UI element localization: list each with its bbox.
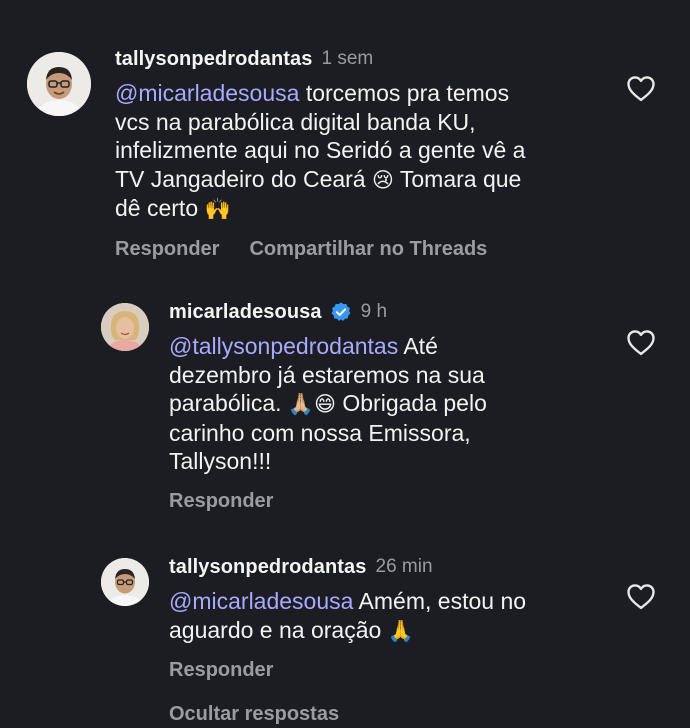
mention-link[interactable]: @tallysonpedrodantas [169,333,398,359]
heart-outline-icon[interactable] [626,582,656,610]
reply-button[interactable]: Responder [169,659,273,682]
comments-thread: tallysonpedrodantas 1 sem @micarladesous… [0,0,690,728]
mention-link[interactable]: @micarladesousa [115,80,299,106]
crying-face-emoji: 😢 [372,167,394,192]
comment-line: carinho com nossa Emissora, [169,419,471,446]
timestamp: 1 sem [321,48,374,69]
reply-button[interactable]: Responder [169,490,273,513]
comment-actions: Responder Compartilhar no Threads [115,238,635,261]
comment-meta: micarladesousa 9 h [169,298,629,326]
comment-text: @micarladesousa Amém, estou no aguardo e… [169,587,629,645]
comment-line: dê certo [115,195,205,221]
avatar[interactable] [101,303,149,351]
username[interactable]: tallysonpedrodantas [169,556,367,579]
comment-line: TV Jangadeiro do Ceará [115,165,372,192]
comment-line: torcemos pra temos [299,80,510,106]
comment-line: parabólica. [169,390,288,416]
username[interactable]: micarladesousa [169,301,322,324]
reply-button[interactable]: Responder [115,238,219,261]
comment-actions: Responder [169,490,629,513]
avatar[interactable] [101,558,149,606]
heart-outline-icon[interactable] [626,328,656,356]
smiling-face-emoji: 😄 [314,392,336,416]
comment-line: aguardo e na oração [169,616,388,643]
comment-text: @tallysonpedrodantas Até dezembro já est… [169,332,629,476]
avatar-woman-icon [101,303,149,351]
username[interactable]: tallysonpedrodantas [115,48,313,71]
avatar[interactable] [27,52,91,116]
comment-line: Amém, estou no [353,588,527,614]
comment-line: dezembro já estaremos na sua [169,361,485,388]
comment-line: Obrigada pelo [335,390,487,416]
timestamp: 9 h [360,301,388,322]
comment-actions: Responder [169,659,629,682]
folded-hands-emoji: 🙏 [387,618,414,643]
avatar-man-glasses-icon [101,558,149,606]
comment-line: Tomara que [393,165,522,192]
share-threads-button[interactable]: Compartilhar no Threads [249,238,487,261]
comment-line: vcs na parabólica digital banda KU, [115,108,476,135]
avatar-man-glasses-icon [27,52,91,116]
comment-meta: tallysonpedrodantas 26 min [169,553,629,581]
mention-link[interactable]: @micarladesousa [169,588,353,614]
comment-line: Tallyson!!! [169,448,272,474]
comment-meta: tallysonpedrodantas 1 sem [115,45,635,73]
heart-outline-icon[interactable] [626,74,656,102]
comment-line: Até [398,333,438,359]
timestamp: 26 min [375,556,433,577]
raising-hands-emoji: 🙌 [204,197,231,221]
folded-hands-emoji: 🙏🏼 [287,392,315,416]
comment-line: infelizmente aqui no Seridó a gente vê a [115,137,526,163]
hide-replies-button[interactable]: Ocultar respostas [169,703,339,726]
comment-text: @micarladesousa torcemos pra temos vcs n… [115,79,635,224]
verified-badge-icon [330,301,352,323]
